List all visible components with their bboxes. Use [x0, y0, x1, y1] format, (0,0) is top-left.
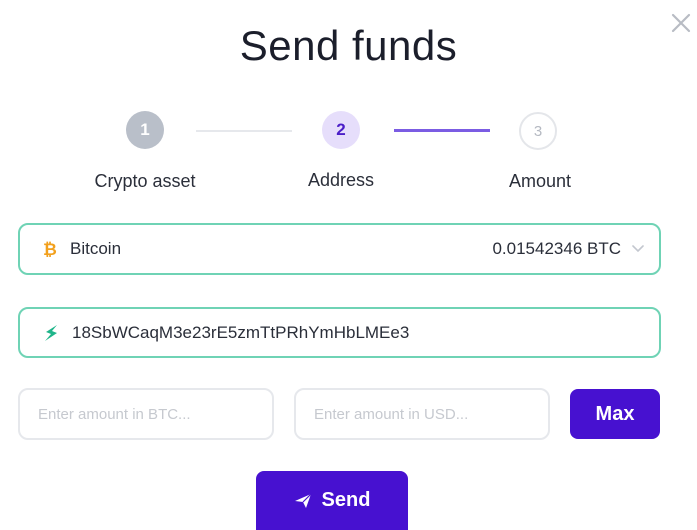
- amount-btc-input[interactable]: [18, 388, 274, 440]
- svg-text:₿: ₿: [43, 240, 57, 259]
- step-2-label: Address: [307, 170, 375, 190]
- step-2-circle[interactable]: 2: [322, 111, 360, 149]
- step-connector-1: [196, 130, 292, 132]
- stepper: 1 2 3 Crypto asset Address Amount: [0, 0, 697, 200]
- amount-usd-input[interactable]: [294, 388, 550, 440]
- step-1-circle[interactable]: 1: [126, 111, 164, 149]
- asset-balance: 0.01542346 BTC: [492, 239, 621, 258]
- address-value: 18SbWCaqM3e23rE5zmTtPRhYmHbLMEe3: [72, 322, 410, 342]
- chevron-down-icon[interactable]: [631, 244, 645, 254]
- max-button[interactable]: Max: [570, 389, 660, 439]
- bitcoin-icon: ₿: [42, 239, 58, 259]
- step-3-label: Amount: [508, 171, 572, 191]
- step-1-label: Crypto asset: [94, 171, 196, 191]
- send-button[interactable]: Send: [256, 471, 408, 530]
- step-3-circle: 3: [519, 112, 557, 150]
- asset-select[interactable]: ₿ Bitcoin 0.01542346 BTC: [18, 223, 661, 275]
- step-connector-2: [394, 129, 490, 132]
- send-label: Send: [321, 489, 371, 511]
- asset-name: Bitcoin: [70, 239, 122, 258]
- address-field[interactable]: 18SbWCaqM3e23rE5zmTtPRhYmHbLMEe3: [18, 307, 661, 358]
- paper-plane-icon: [294, 493, 312, 509]
- wallet-address-icon: [42, 323, 60, 343]
